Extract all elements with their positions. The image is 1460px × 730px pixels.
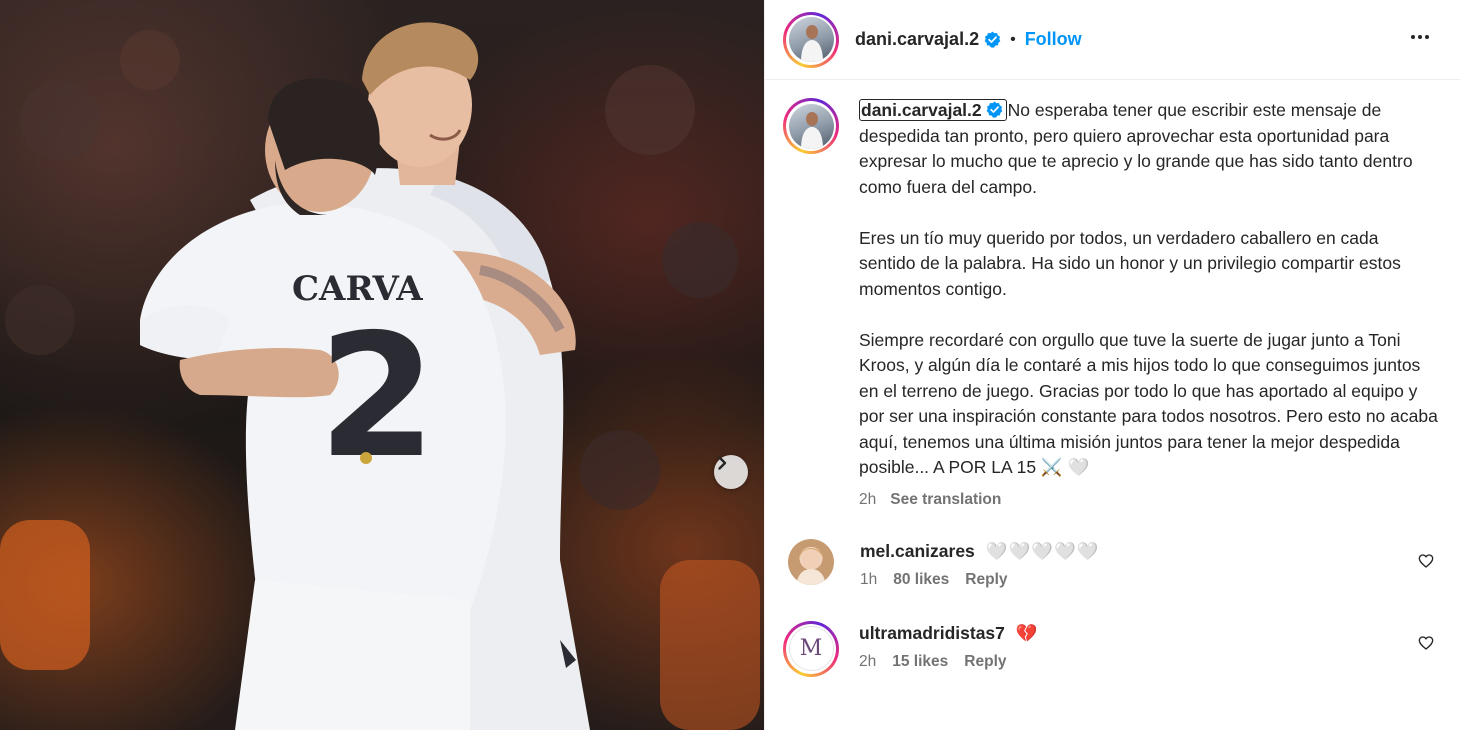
author-avatar[interactable] [783, 11, 839, 68]
caption-paragraph-2-text: Eres un tío muy querido por todos, un ve… [859, 227, 1401, 299]
caption-username-link[interactable]: dani.carvajal.2 [859, 99, 1007, 121]
commenter-avatar[interactable] [788, 538, 834, 585]
caption-meta: 2h See translation [783, 491, 1438, 509]
comment-timestamp[interactable]: 2h [859, 653, 876, 671]
comment-body: mel.canizares 🤍🤍🤍🤍🤍 [860, 539, 1100, 563]
next-slide-button[interactable] [714, 455, 748, 489]
comment-username[interactable]: mel.canizares [860, 541, 975, 561]
reply-button[interactable]: Reply [964, 653, 1006, 671]
reply-button[interactable]: Reply [965, 571, 1007, 589]
verified-badge-icon [984, 31, 1001, 48]
caption-paragraph: dani.carvajal.2 No esperaba tener que esc… [859, 98, 1438, 200]
comments-section: dani.carvajal.2 No esperaba tener que esc… [765, 80, 1460, 677]
comment-text: 🤍🤍🤍🤍🤍 [985, 540, 1100, 561]
more-options-button[interactable] [1402, 19, 1438, 60]
comment-item: mel.canizares 🤍🤍🤍🤍🤍 1h 80 likes Reply [783, 538, 1438, 589]
ultramadridistas-logo: M [788, 626, 834, 671]
comment-item: M ultramadridistas7 💔 2h 15 likes Reply [783, 620, 1438, 677]
header-separator: • [1010, 30, 1016, 48]
caption-timestamp[interactable]: 2h [859, 491, 876, 509]
caption-author-avatar[interactable] [783, 98, 839, 154]
jersey-number: 2 [318, 298, 436, 496]
more-horizontal-icon [1411, 35, 1429, 39]
comment-likes[interactable]: 80 likes [893, 571, 949, 589]
instagram-post: CARVA 2 dani.carvajal.2 • Follow dani.ca… [0, 0, 1460, 730]
comment-body: ultramadridistas7 💔 [859, 621, 1038, 645]
comment-text: 💔 [1015, 622, 1038, 643]
caption-paragraph-3-text: Siempre recordaré con orgullo que tuve l… [859, 329, 1438, 478]
verified-badge-icon [986, 101, 1002, 118]
post-caption: dani.carvajal.2 No esperaba tener que esc… [783, 98, 1438, 481]
profile-photo-icon [800, 25, 823, 62]
like-comment-button[interactable] [1418, 553, 1434, 574]
caption-username[interactable]: dani.carvajal.2 [861, 100, 982, 120]
profile-photo-icon [796, 547, 826, 585]
heart-outline-icon [1418, 635, 1434, 650]
comment-meta: 2h 15 likes Reply [859, 653, 1038, 671]
comment-timestamp[interactable]: 1h [860, 571, 877, 589]
comment-username[interactable]: ultramadridistas7 [859, 623, 1005, 643]
commenter-avatar[interactable]: M [783, 620, 839, 677]
follow-button[interactable]: Follow [1025, 29, 1082, 50]
post-photo[interactable]: CARVA 2 [0, 0, 764, 730]
like-comment-button[interactable] [1418, 635, 1434, 656]
players-hugging-illustration: CARVA 2 [0, 22, 760, 730]
post-header: dani.carvajal.2 • Follow [765, 0, 1460, 80]
chevron-right-icon [718, 456, 727, 470]
caption-text: dani.carvajal.2 No esperaba tener que esc… [859, 98, 1438, 481]
author-username[interactable]: dani.carvajal.2 [855, 29, 979, 50]
comment-meta: 1h 80 likes Reply [860, 571, 1100, 589]
heart-outline-icon [1418, 553, 1434, 568]
profile-photo-icon [800, 111, 823, 149]
see-translation-button[interactable]: See translation [890, 491, 1001, 509]
comment-likes[interactable]: 15 likes [892, 653, 948, 671]
post-side-panel: dani.carvajal.2 • Follow dani.carvajal.2… [764, 0, 1460, 730]
